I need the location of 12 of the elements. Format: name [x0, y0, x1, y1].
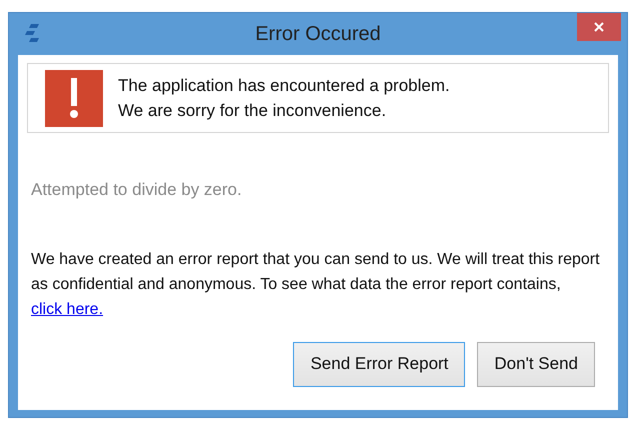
banner-text: The application has encountered a problem.: [118, 75, 450, 97]
warning-icon: [45, 70, 103, 126]
send-report-button[interactable]: Send Error Report: [293, 342, 466, 386]
error-message: Attempted to divide by zero.: [31, 179, 243, 201]
close-icon: [594, 22, 604, 32]
window-title: Error Occured: [255, 22, 381, 47]
app-logo-icon: [25, 23, 41, 45]
details-link[interactable]: click here.: [31, 300, 104, 318]
close-button[interactable]: [577, 13, 621, 41]
banner-text: We are sorry for the inconvenience.: [118, 100, 388, 122]
dont-send-button[interactable]: Don't Send: [477, 342, 595, 386]
report-description: We have created an error report that you can send to us. We will treat this report as confidential and anonymous. To see what data the error report contains, click here.: [31, 250, 601, 320]
